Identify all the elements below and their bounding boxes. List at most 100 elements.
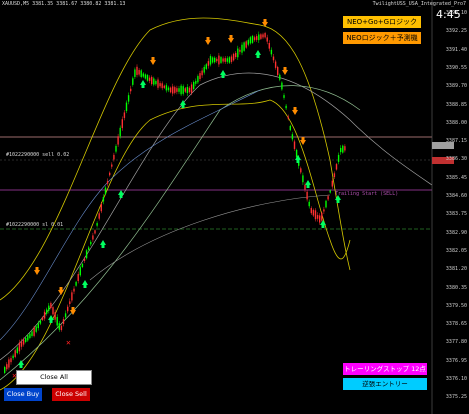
candle-body: [33, 327, 35, 336]
sl-label: #1022290000 sl 0.01: [6, 222, 64, 228]
window-info: TwilightUSS_USA_Integrated_Pro7: [372, 1, 466, 7]
candle-body: [247, 40, 249, 45]
candle-body: [151, 76, 153, 85]
price-tick-label: 3378.65: [445, 321, 467, 328]
candle-body: [10, 358, 12, 363]
candle-body: [235, 52, 237, 58]
candle-body: [31, 331, 33, 336]
candle-body: [176, 88, 178, 92]
candle-body: [6, 364, 8, 370]
candle-body: [4, 367, 6, 373]
candle-body: [155, 80, 157, 85]
price-tick-label: 3389.70: [445, 83, 467, 90]
candle-body: [127, 95, 130, 102]
close-buy-button[interactable]: Close Buy: [4, 388, 42, 401]
candle-body: [79, 267, 81, 276]
candle-body: [52, 307, 54, 315]
candle-body: [224, 58, 226, 62]
candle-body: [344, 146, 346, 151]
candle-body: [340, 147, 342, 153]
candle-body: [165, 85, 168, 91]
candle-body: [136, 66, 138, 75]
candle-body: [232, 53, 235, 61]
candle-body: [113, 154, 115, 160]
candle-body: [218, 55, 220, 65]
price-tick-label: 3388.00: [445, 119, 467, 126]
candle-body: [306, 191, 308, 200]
candle-body: [119, 127, 121, 137]
candle-body: [62, 319, 65, 324]
candle-body: [264, 33, 266, 38]
candle-body: [58, 323, 60, 330]
candle-body: [88, 247, 90, 250]
price-tick-label: 3382.05: [445, 247, 467, 254]
candle-body: [92, 235, 94, 240]
candle-body: [253, 37, 256, 41]
candle-body: [25, 338, 27, 342]
price-tick-label: 3388.85: [445, 101, 467, 108]
candle-body: [258, 34, 260, 41]
candle-body: [228, 57, 231, 63]
candle-body: [90, 241, 92, 245]
candle-body: [132, 78, 134, 85]
candle-body: [18, 342, 21, 352]
price-axis-bg: [432, 0, 469, 414]
candle-body: [146, 75, 149, 81]
candle-body: [205, 64, 207, 69]
candle-body: [239, 49, 241, 52]
trail-stop-button[interactable]: トレーリングストップ 12点: [343, 363, 427, 375]
candle-body: [184, 88, 186, 92]
cross-icon: ✕: [66, 338, 71, 347]
candle-body: [22, 339, 25, 345]
candle-body: [266, 37, 268, 42]
candle-body: [142, 73, 144, 77]
candle-body: [121, 119, 123, 128]
candle-body: [69, 301, 71, 305]
candle-body: [274, 61, 277, 68]
candle-body: [123, 112, 126, 118]
candle-body: [260, 34, 262, 39]
price-tick-label: 3390.55: [445, 64, 467, 71]
candle-body: [287, 116, 289, 119]
logic2-button[interactable]: NEOロジック＋予測機能: [343, 32, 421, 54]
price-chart[interactable]: ✕✕: [0, 0, 469, 414]
candle-body: [144, 74, 147, 79]
candle-body: [226, 58, 228, 62]
candle-body: [71, 292, 73, 301]
candle-body: [64, 313, 67, 318]
candle-body: [308, 201, 310, 207]
candle-body: [197, 76, 199, 83]
candle-body: [85, 250, 88, 259]
candle-body: [237, 48, 239, 58]
candle-body: [67, 306, 69, 312]
close-sell-button[interactable]: Close Sell: [52, 388, 90, 401]
price-tick-label: 3376.10: [445, 376, 467, 382]
candle-body: [73, 288, 75, 292]
candle-body: [245, 41, 247, 48]
candle-body: [54, 312, 56, 320]
price-tick-label: 3381.20: [445, 266, 467, 273]
candle-body: [195, 80, 197, 84]
entry-button[interactable]: 逆張エントリー: [343, 378, 427, 390]
candle-body: [29, 333, 31, 338]
trailing-label: Trailing Start (SELL): [335, 191, 399, 197]
candle-body: [106, 181, 109, 184]
candle-body: [178, 88, 180, 92]
candle-body: [138, 69, 140, 75]
candle-body: [94, 230, 96, 234]
candle-body: [188, 87, 191, 93]
candle-body: [243, 42, 245, 51]
candle-body: [209, 56, 212, 65]
candle-body: [241, 44, 243, 53]
candle-body: [289, 125, 291, 131]
candle-body: [262, 34, 264, 38]
logic1-button[interactable]: NEO+Go+Gロジック: [343, 16, 421, 28]
price-tick-label: 3375.25: [445, 394, 467, 401]
candle-body: [77, 274, 79, 281]
candle-body: [272, 56, 275, 61]
candle-body: [316, 215, 319, 219]
sell-line-label: #1022290000 sell 0.02: [6, 152, 70, 158]
close-all-button[interactable]: Close All: [16, 370, 92, 385]
candle-body: [182, 86, 184, 94]
candle-body: [325, 200, 327, 208]
